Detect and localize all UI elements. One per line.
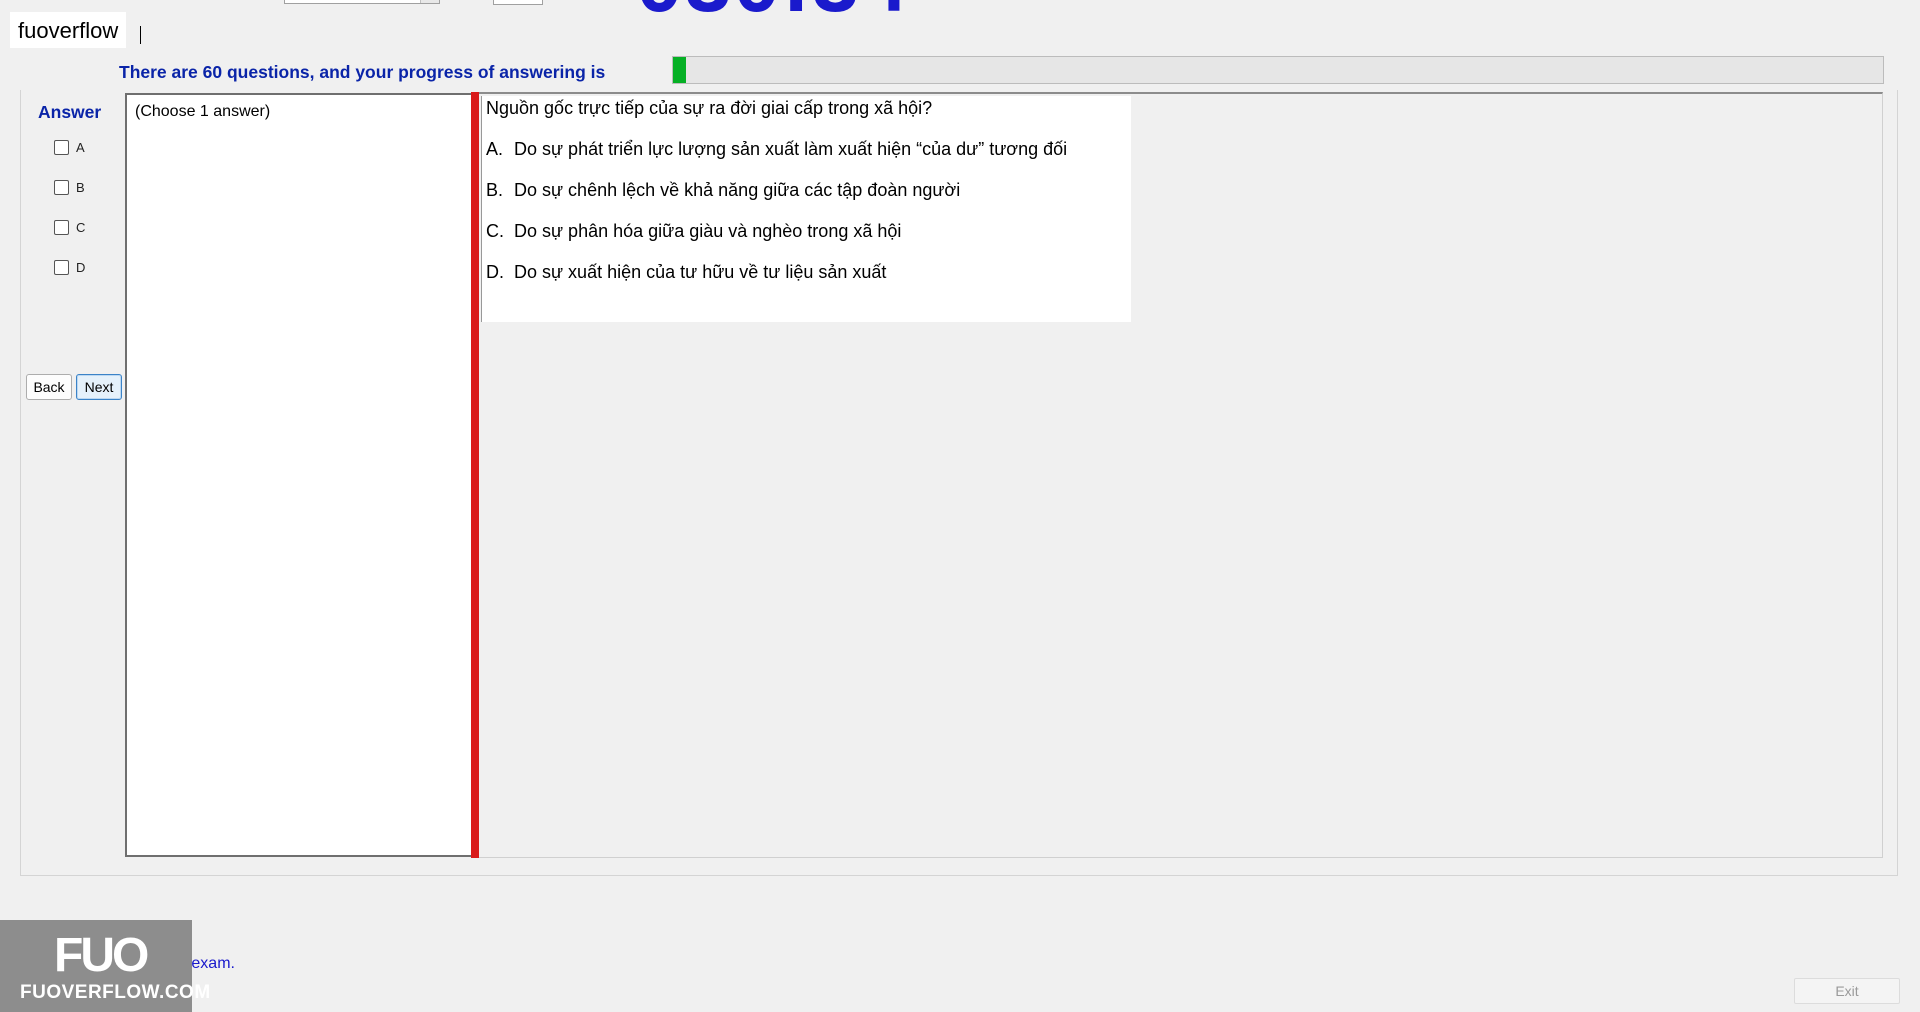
- answer-option-c[interactable]: C: [54, 217, 85, 237]
- tooltip-label: fuoverflow: [10, 12, 127, 48]
- choice-text: Do sự xuất hiện của tư hữu về tư liệu sả…: [514, 262, 887, 282]
- text-cursor: [140, 26, 141, 44]
- answer-option-d[interactable]: D: [54, 257, 85, 277]
- back-button[interactable]: Back: [26, 374, 72, 400]
- answer-option-label: C: [76, 219, 86, 235]
- next-button[interactable]: Next: [76, 374, 122, 400]
- exam-timer: 030:34: [636, 0, 910, 31]
- choice-d: D. Do sự xuất hiện của tư hữu về tư liệu …: [486, 262, 886, 283]
- question-content: Nguồn gốc trực tiếp của sự ra đời giai c…: [481, 96, 1131, 322]
- choice-b: B. Do sự chênh lệch về khả năng giữa các …: [486, 180, 960, 201]
- watermark-logo: FUO FUOVERFLOW.COM: [0, 920, 210, 1012]
- top-combo-box[interactable]: [284, 0, 440, 4]
- choice-letter: C.: [486, 221, 504, 241]
- choice-a: A. Do sự phát triển lực lượng sản xuất là…: [486, 139, 1067, 160]
- answer-option-label: B: [76, 179, 85, 195]
- progress-bar-fill: [673, 57, 687, 83]
- choice-text: Do sự chênh lệch về khả năng giữa các tậ…: [514, 180, 961, 200]
- answer-hint-panel: (Choose 1 answer): [125, 93, 473, 857]
- choice-letter: B.: [486, 180, 504, 200]
- progress-label: There are 60 questions, and your progres…: [119, 62, 606, 82]
- combo-dropdown-button[interactable]: [420, 0, 439, 3]
- choice-letter: A.: [486, 139, 504, 159]
- question-text: Nguồn gốc trực tiếp của sự ra đời giai c…: [486, 98, 933, 118]
- choose-hint: (Choose 1 answer): [135, 103, 271, 120]
- watermark-logo-mark: FUO: [54, 929, 149, 982]
- panel-splitter[interactable]: [471, 92, 479, 858]
- answer-checkbox-d[interactable]: [54, 259, 69, 275]
- choice-text: Do sự phân hóa giữa giàu và nghèo trong …: [514, 221, 902, 241]
- answer-option-b[interactable]: B: [54, 177, 85, 197]
- choice-letter: D.: [486, 262, 504, 282]
- exit-button[interactable]: Exit: [1794, 978, 1900, 1004]
- answer-checkbox-b[interactable]: [54, 179, 69, 195]
- answer-title: Answer: [38, 102, 102, 122]
- answer-option-label: A: [76, 139, 85, 155]
- choice-text: Do sự phát triển lực lượng sản xuất làm …: [514, 139, 1068, 159]
- top-small-field[interactable]: [493, 0, 543, 5]
- answer-option-label: D: [76, 259, 86, 275]
- answer-option-a[interactable]: A: [54, 137, 85, 157]
- answer-checkbox-a[interactable]: [54, 139, 69, 155]
- progress-bar: [672, 56, 1884, 84]
- watermark-site-text: FUOVERFLOW.COM: [20, 982, 211, 1003]
- choice-c: C. Do sự phân hóa giữa giàu và nghèo tron…: [486, 221, 901, 242]
- answer-checkbox-c[interactable]: [54, 219, 69, 235]
